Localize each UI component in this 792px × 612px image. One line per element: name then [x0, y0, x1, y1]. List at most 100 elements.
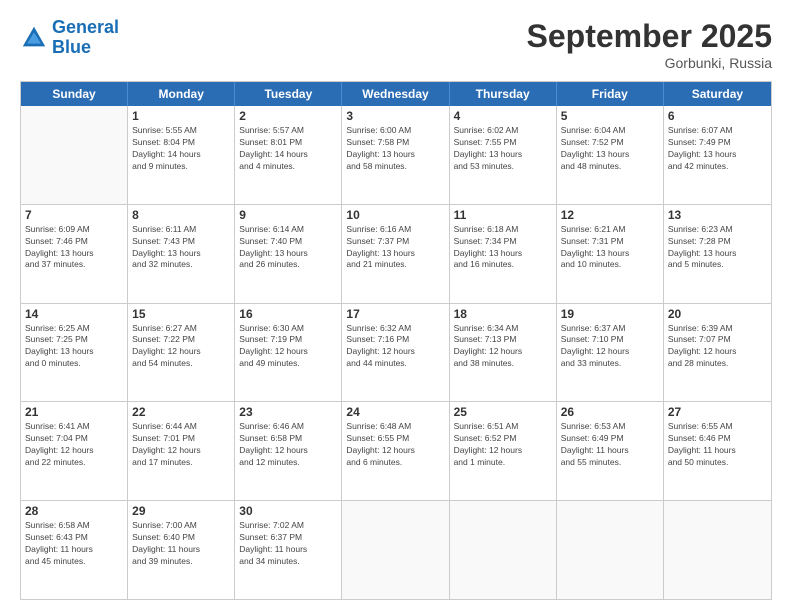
calendar-cell: 2 Sunrise: 5:57 AM Sunset: 8:01 PM Daylig… — [235, 106, 342, 204]
calendar-body: 1 Sunrise: 5:55 AM Sunset: 8:04 PM Daylig… — [21, 106, 771, 599]
calendar-cell: 5 Sunrise: 6:04 AM Sunset: 7:52 PM Daylig… — [557, 106, 664, 204]
calendar-week-1: 1 Sunrise: 5:55 AM Sunset: 8:04 PM Daylig… — [21, 106, 771, 205]
calendar-cell: 18Sunrise: 6:34 AM Sunset: 7:13 PM Dayli… — [450, 304, 557, 402]
day-number: 9 — [239, 208, 337, 222]
day-info: Sunrise: 6:34 AM Sunset: 7:13 PM Dayligh… — [454, 323, 552, 371]
day-info: Sunrise: 6:30 AM Sunset: 7:19 PM Dayligh… — [239, 323, 337, 371]
day-info: Sunrise: 6:02 AM Sunset: 7:55 PM Dayligh… — [454, 125, 552, 173]
day-number: 6 — [668, 109, 767, 123]
header-day-sunday: Sunday — [21, 82, 128, 106]
day-info: Sunrise: 6:51 AM Sunset: 6:52 PM Dayligh… — [454, 421, 552, 469]
calendar-cell: 15 Sunrise: 6:27 AM Sunset: 7:22 PM Dayli… — [128, 304, 235, 402]
header-day-wednesday: Wednesday — [342, 82, 449, 106]
day-number: 10 — [346, 208, 444, 222]
day-info: Sunrise: 7:02 AM Sunset: 6:37 PM Dayligh… — [239, 520, 337, 568]
day-info: Sunrise: 6:32 AM Sunset: 7:16 PM Dayligh… — [346, 323, 444, 371]
day-number: 24 — [346, 405, 444, 419]
day-info: Sunrise: 6:09 AM Sunset: 7:46 PM Dayligh… — [25, 224, 123, 272]
calendar-cell: 16Sunrise: 6:30 AM Sunset: 7:19 PM Dayli… — [235, 304, 342, 402]
day-info: Sunrise: 6:07 AM Sunset: 7:49 PM Dayligh… — [668, 125, 767, 173]
day-info: Sunrise: 6:27 AM Sunset: 7:22 PM Dayligh… — [132, 323, 230, 371]
day-info: Sunrise: 6:53 AM Sunset: 6:49 PM Dayligh… — [561, 421, 659, 469]
header-day-tuesday: Tuesday — [235, 82, 342, 106]
logo: General Blue — [20, 18, 119, 58]
calendar-cell: 19 Sunrise: 6:37 AM Sunset: 7:10 PM Dayli… — [557, 304, 664, 402]
day-info: Sunrise: 6:21 AM Sunset: 7:31 PM Dayligh… — [561, 224, 659, 272]
day-number: 19 — [561, 307, 659, 321]
day-number: 14 — [25, 307, 123, 321]
day-number: 8 — [132, 208, 230, 222]
day-info: Sunrise: 6:16 AM Sunset: 7:37 PM Dayligh… — [346, 224, 444, 272]
calendar-cell: 22Sunrise: 6:44 AM Sunset: 7:01 PM Dayli… — [128, 402, 235, 500]
calendar-cell: 27Sunrise: 6:55 AM Sunset: 6:46 PM Dayli… — [664, 402, 771, 500]
day-info: Sunrise: 6:58 AM Sunset: 6:43 PM Dayligh… — [25, 520, 123, 568]
day-number: 1 — [132, 109, 230, 123]
calendar-cell: 10 Sunrise: 6:16 AM Sunset: 7:37 PM Dayli… — [342, 205, 449, 303]
day-number: 26 — [561, 405, 659, 419]
day-info: Sunrise: 6:48 AM Sunset: 6:55 PM Dayligh… — [346, 421, 444, 469]
day-number: 15 — [132, 307, 230, 321]
month-title: September 2025 — [527, 18, 772, 55]
day-info: Sunrise: 6:18 AM Sunset: 7:34 PM Dayligh… — [454, 224, 552, 272]
calendar-week-4: 21 Sunrise: 6:41 AM Sunset: 7:04 PM Dayli… — [21, 402, 771, 501]
calendar-cell: 3Sunrise: 6:00 AM Sunset: 7:58 PM Daylig… — [342, 106, 449, 204]
day-info: Sunrise: 6:11 AM Sunset: 7:43 PM Dayligh… — [132, 224, 230, 272]
day-number: 11 — [454, 208, 552, 222]
day-number: 3 — [346, 109, 444, 123]
calendar-cell: 6 Sunrise: 6:07 AM Sunset: 7:49 PM Daylig… — [664, 106, 771, 204]
day-number: 5 — [561, 109, 659, 123]
day-number: 17 — [346, 307, 444, 321]
day-number: 7 — [25, 208, 123, 222]
calendar-cell — [664, 501, 771, 599]
header-day-thursday: Thursday — [450, 82, 557, 106]
day-number: 13 — [668, 208, 767, 222]
page: General Blue September 2025 Gorbunki, Ru… — [0, 0, 792, 612]
calendar-cell — [342, 501, 449, 599]
calendar-cell: 9 Sunrise: 6:14 AM Sunset: 7:40 PM Daylig… — [235, 205, 342, 303]
logo-icon — [20, 24, 48, 52]
day-info: Sunrise: 6:23 AM Sunset: 7:28 PM Dayligh… — [668, 224, 767, 272]
calendar-cell: 20 Sunrise: 6:39 AM Sunset: 7:07 PM Dayli… — [664, 304, 771, 402]
day-number: 20 — [668, 307, 767, 321]
calendar-header: SundayMondayTuesdayWednesdayThursdayFrid… — [21, 82, 771, 106]
calendar-cell: 24 Sunrise: 6:48 AM Sunset: 6:55 PM Dayli… — [342, 402, 449, 500]
day-info: Sunrise: 6:41 AM Sunset: 7:04 PM Dayligh… — [25, 421, 123, 469]
calendar-cell: 8 Sunrise: 6:11 AM Sunset: 7:43 PM Daylig… — [128, 205, 235, 303]
day-info: Sunrise: 6:04 AM Sunset: 7:52 PM Dayligh… — [561, 125, 659, 173]
day-info: Sunrise: 6:25 AM Sunset: 7:25 PM Dayligh… — [25, 323, 123, 371]
day-number: 12 — [561, 208, 659, 222]
calendar-cell: 26 Sunrise: 6:53 AM Sunset: 6:49 PM Dayli… — [557, 402, 664, 500]
day-info: Sunrise: 6:37 AM Sunset: 7:10 PM Dayligh… — [561, 323, 659, 371]
calendar-cell: 13 Sunrise: 6:23 AM Sunset: 7:28 PM Dayli… — [664, 205, 771, 303]
day-info: Sunrise: 5:55 AM Sunset: 8:04 PM Dayligh… — [132, 125, 230, 173]
calendar-week-3: 14 Sunrise: 6:25 AM Sunset: 7:25 PM Dayli… — [21, 304, 771, 403]
calendar-cell: 4Sunrise: 6:02 AM Sunset: 7:55 PM Daylig… — [450, 106, 557, 204]
logo-text: General Blue — [52, 18, 119, 58]
calendar-week-2: 7 Sunrise: 6:09 AM Sunset: 7:46 PM Daylig… — [21, 205, 771, 304]
calendar-cell: 1 Sunrise: 5:55 AM Sunset: 8:04 PM Daylig… — [128, 106, 235, 204]
day-number: 23 — [239, 405, 337, 419]
calendar-cell — [557, 501, 664, 599]
day-info: Sunrise: 6:55 AM Sunset: 6:46 PM Dayligh… — [668, 421, 767, 469]
calendar-cell: 28 Sunrise: 6:58 AM Sunset: 6:43 PM Dayli… — [21, 501, 128, 599]
logo-line1: General — [52, 17, 119, 37]
calendar-cell: 14 Sunrise: 6:25 AM Sunset: 7:25 PM Dayli… — [21, 304, 128, 402]
calendar-cell: 11 Sunrise: 6:18 AM Sunset: 7:34 PM Dayli… — [450, 205, 557, 303]
day-number: 21 — [25, 405, 123, 419]
day-number: 2 — [239, 109, 337, 123]
calendar-cell: 12 Sunrise: 6:21 AM Sunset: 7:31 PM Dayli… — [557, 205, 664, 303]
title-block: September 2025 Gorbunki, Russia — [527, 18, 772, 71]
day-info: Sunrise: 6:46 AM Sunset: 6:58 PM Dayligh… — [239, 421, 337, 469]
day-info: Sunrise: 5:57 AM Sunset: 8:01 PM Dayligh… — [239, 125, 337, 173]
calendar-cell — [21, 106, 128, 204]
header-day-friday: Friday — [557, 82, 664, 106]
day-number: 28 — [25, 504, 123, 518]
day-number: 30 — [239, 504, 337, 518]
day-info: Sunrise: 6:39 AM Sunset: 7:07 PM Dayligh… — [668, 323, 767, 371]
calendar-cell: 30 Sunrise: 7:02 AM Sunset: 6:37 PM Dayli… — [235, 501, 342, 599]
day-info: Sunrise: 6:14 AM Sunset: 7:40 PM Dayligh… — [239, 224, 337, 272]
day-number: 22 — [132, 405, 230, 419]
calendar-cell: 25Sunrise: 6:51 AM Sunset: 6:52 PM Dayli… — [450, 402, 557, 500]
header-day-monday: Monday — [128, 82, 235, 106]
header: General Blue September 2025 Gorbunki, Ru… — [20, 18, 772, 71]
